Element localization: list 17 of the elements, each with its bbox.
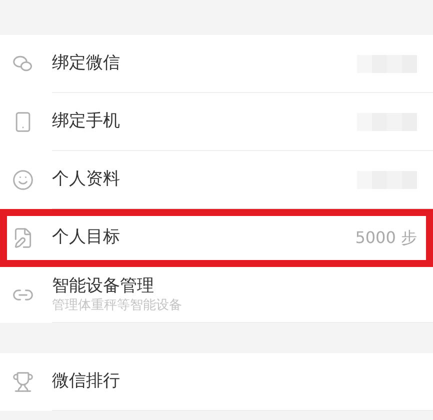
row-label: 智能设备管理	[52, 276, 155, 298]
note-icon	[12, 227, 34, 249]
row-label: 个人资料	[52, 169, 121, 191]
trophy-icon	[12, 371, 34, 393]
smiley-icon	[12, 169, 34, 191]
settings-row[interactable]: 绑定手机	[0, 93, 433, 151]
row-label: 绑定手机	[52, 111, 121, 133]
settings-row[interactable]: 个人目标 5000 步	[0, 209, 433, 267]
settings-row[interactable]: 微信排行	[0, 353, 433, 411]
row-label: 微信排行	[52, 371, 121, 393]
settings-row[interactable]: 智能设备管理 管理体重秤等智能设备	[0, 267, 433, 323]
row-value: 5000 步	[355, 227, 417, 249]
settings-row[interactable]: 个人资料	[0, 151, 433, 209]
row-label: 绑定微信	[52, 53, 121, 75]
row-subtitle: 管理体重秤等智能设备	[52, 298, 183, 314]
settings-row[interactable]: 绑定微信	[0, 35, 433, 93]
row-label: 个人目标	[52, 227, 121, 249]
